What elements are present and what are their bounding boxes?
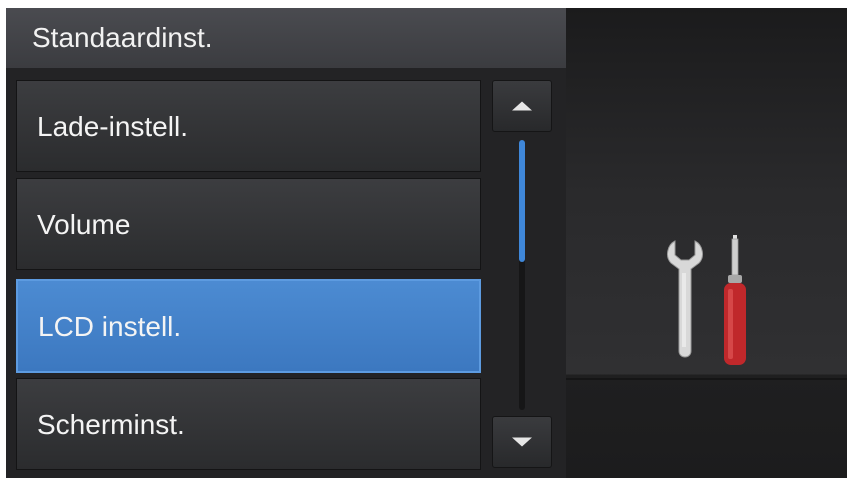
scroll-track[interactable] bbox=[519, 140, 525, 410]
wrench-icon bbox=[667, 240, 703, 358]
scroll-up-button[interactable] bbox=[492, 80, 552, 132]
scroll-down-button[interactable] bbox=[492, 416, 552, 468]
menu-item-volume[interactable]: Volume bbox=[16, 178, 481, 270]
scrollbar bbox=[492, 80, 554, 472]
menu-item-label: Lade-instell. bbox=[37, 111, 188, 142]
title-bar: Standaardinst. bbox=[6, 8, 566, 69]
menu-item-scherminst[interactable]: Scherminst. bbox=[16, 378, 481, 470]
lcd-screen: Standaardinst. Lade-instell. Volume LCD … bbox=[6, 8, 847, 478]
menu-item-label: LCD instell. bbox=[38, 311, 182, 342]
menu-item-label: Volume bbox=[37, 209, 131, 240]
menu-item-lade-instell[interactable]: Lade-instell. bbox=[16, 80, 481, 172]
page-title: Standaardinst. bbox=[32, 22, 213, 53]
triangle-up-icon bbox=[512, 101, 532, 111]
scroll-thumb[interactable] bbox=[519, 140, 525, 262]
screwdriver-icon bbox=[724, 235, 746, 365]
triangle-down-icon bbox=[512, 437, 532, 447]
wrench-and-screwdriver-icon bbox=[667, 235, 746, 365]
menu-item-label: Scherminst. bbox=[37, 409, 185, 440]
side-panel-divider bbox=[566, 378, 847, 380]
menu-item-lcd-instell[interactable]: LCD instell. bbox=[16, 279, 481, 373]
